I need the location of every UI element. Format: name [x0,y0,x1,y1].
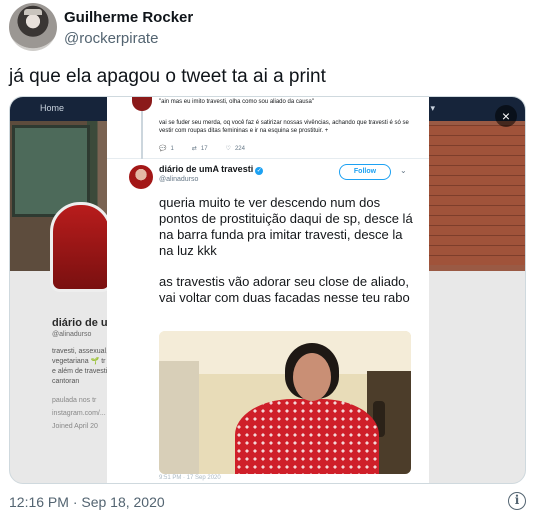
tweet-modal: "ain mas eu imito travesti, olha como so… [107,97,429,483]
parent-tweet-quote: "ain mas eu imito travesti, olha como so… [159,99,315,105]
photo-chair [159,361,199,474]
like-action: ♡ 224 [226,145,245,152]
background-profile-name: diário de ur [52,317,112,329]
author-display-name[interactable]: Guilherme Rocker [64,9,193,26]
parent-tweet: "ain mas eu imito travesti, olha como so… [107,97,429,159]
background-profile-handle: @alinadurso [52,331,92,338]
background-nav-home: Home [40,103,65,113]
bio-line: vegetariana 🌱 tr [52,358,106,365]
parent-tweet-body: vai se fuder seu merda, oq você faz é sa… [159,120,409,134]
bio-line: e além de travesti [52,368,108,375]
reply-icon: 💬 [159,146,167,152]
author-handle[interactable]: @rockerpirate [64,30,158,47]
main-tweet-paragraph: as travestis vão adorar seu close de ali… [159,274,410,305]
photo-person-face [293,353,331,401]
reply-action: 💬 1 [159,145,174,152]
tweet-text: já que ela apagou o tweet ta ai a print [9,66,326,87]
main-tweet-handle: @alinadurso [159,176,199,183]
bio-line: cantoran [52,378,80,385]
tweet-media-image[interactable]: Home Log in ▾ diário de ur @alinadurso t… [9,96,526,484]
meta-line: paulada nos tr [52,397,97,404]
info-icon[interactable]: i [508,492,526,510]
background-profile-bio: travesti, assexual, vegetariana 🌱 tr e a… [52,347,112,387]
main-tweet-name: diário de umA travesti ✓ [159,164,264,175]
main-tweet-avatar [129,165,153,189]
parent-avatar [132,97,152,111]
main-tweet-paragraph: queria muito te ver descendo num dos pon… [159,195,413,258]
parent-tweet-actions: 💬 1 ⇄ 17 ♡ 224 [159,145,245,152]
like-count: 224 [234,146,245,152]
verified-badge-icon: ✓ [255,167,264,175]
crown-decoration [24,9,42,15]
background-profile-meta: paulada nos tr instagram.com/... Joined … [52,394,106,433]
bio-line: travesti, assexual, [52,348,109,355]
photo-person-body [235,399,379,474]
meta-line: instagram.com/... [52,410,106,417]
reply-count: 1 [170,146,174,152]
main-tweet-date: 9:51 PM · 17 Sep 2020 [159,475,221,481]
heart-icon: ♡ [225,146,231,152]
main-tweet-text: queria muito te ver descendo num dos pon… [159,195,414,321]
background-profile-avatar [50,202,112,292]
main-tweet-name-text: diário de umA travesti [159,164,254,174]
background-bricks [427,125,525,265]
main-tweet-photo [159,331,411,474]
author-avatar[interactable] [9,3,57,51]
retweet-icon: ⇄ [191,146,197,152]
retweet-count: 17 [200,146,208,152]
tweet-timestamp[interactable]: 12:16 PM · Sep 18, 2020 [9,494,165,510]
retweet-action: ⇄ 17 [192,145,208,152]
chevron-down-icon: ⌄ [400,166,407,175]
meta-line: Joined April 20 [52,423,98,430]
follow-button: Follow [339,164,391,180]
close-icon: × [495,105,517,127]
